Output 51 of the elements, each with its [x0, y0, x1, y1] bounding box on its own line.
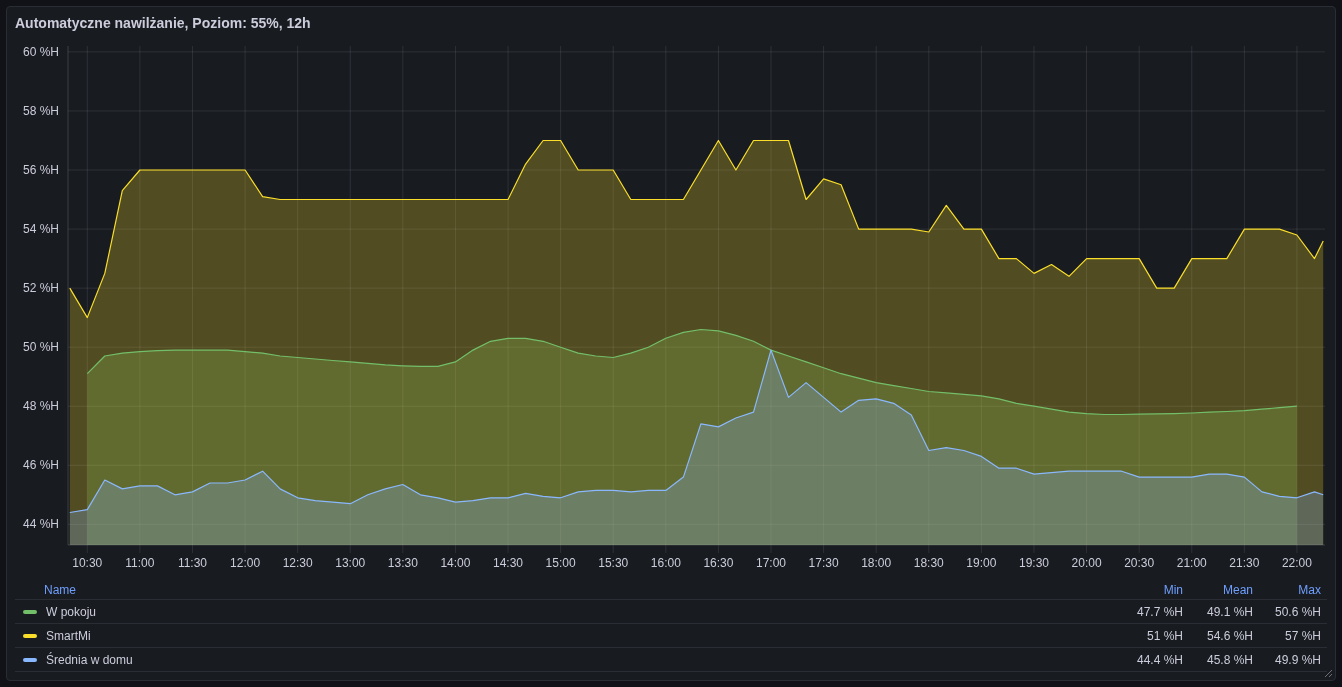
- axis-label: 15:00: [545, 556, 576, 570]
- axis-label: 52 %H: [22, 281, 59, 296]
- axis-label: 17:30: [808, 556, 839, 570]
- axis-label: 48 %H: [22, 399, 59, 414]
- column-header[interactable]: Mean: [1183, 580, 1253, 599]
- series-name[interactable]: W pokoju: [46, 602, 97, 621]
- axis-label: 22:00: [1281, 556, 1312, 570]
- axis-label: 20:30: [1124, 556, 1155, 570]
- axis-label: 16:30: [703, 556, 734, 570]
- series-name[interactable]: Średnia w domu: [46, 650, 133, 669]
- axis-label: 21:00: [1176, 556, 1207, 570]
- axis-label: 19:30: [1018, 556, 1049, 570]
- column-header[interactable]: Max: [1253, 580, 1321, 599]
- stat-value: 51 %H: [1145, 627, 1183, 645]
- axis-label: 44 %H: [22, 517, 59, 532]
- axis-label: 14:30: [493, 556, 524, 570]
- axis-label: 54 %H: [22, 222, 59, 237]
- axis-label: 18:30: [913, 556, 944, 570]
- stat-value: 45.8 %H: [1205, 651, 1253, 669]
- axis-label: 13:30: [387, 556, 418, 570]
- column-header[interactable]: Name: [15, 580, 1073, 599]
- axis-label: 14:00: [440, 556, 471, 570]
- series-name[interactable]: SmartMi: [46, 626, 91, 645]
- axis-label: 60 %H: [22, 44, 59, 59]
- axis-label: 11:00: [125, 556, 155, 570]
- axis-label: 13:00: [335, 556, 366, 570]
- axis-label: 10:30: [72, 556, 103, 570]
- axis-label: 12:30: [282, 556, 313, 570]
- axis-label: 56 %H: [22, 163, 59, 177]
- stat-value: 44.4 %H: [1135, 651, 1183, 669]
- axis-label: 18:00: [861, 556, 892, 570]
- column-header[interactable]: Min: [1073, 580, 1183, 599]
- panel-title: Automatyczne nawilżanie, Poziom: 55%, 12h: [15, 14, 311, 33]
- axis-label: 15:30: [598, 556, 629, 570]
- axis-label: 19:00: [966, 556, 997, 570]
- stat-value: 47.7 %H: [1135, 603, 1183, 621]
- resize-handle-icon[interactable]: [1324, 669, 1333, 678]
- axis-label: 58 %H: [22, 103, 59, 118]
- axis-label: 21:30: [1229, 556, 1260, 570]
- axis-label: 46 %H: [22, 458, 59, 473]
- stat-value: 50.6 %H: [1273, 603, 1321, 621]
- axis-label: 50 %H: [22, 340, 59, 355]
- stat-value: 49.9 %H: [1273, 651, 1321, 669]
- axis-label: 16:00: [650, 556, 681, 570]
- axis-label: 20:00: [1071, 556, 1102, 570]
- axis-label: 17:00: [756, 556, 786, 570]
- stat-value: 49.1 %H: [1205, 603, 1253, 621]
- axis-label: 11:30: [177, 556, 208, 570]
- stat-value: 54.6 %H: [1205, 627, 1253, 645]
- stat-value: 57 %H: [1283, 627, 1321, 645]
- axis-label: 12:00: [230, 556, 261, 570]
